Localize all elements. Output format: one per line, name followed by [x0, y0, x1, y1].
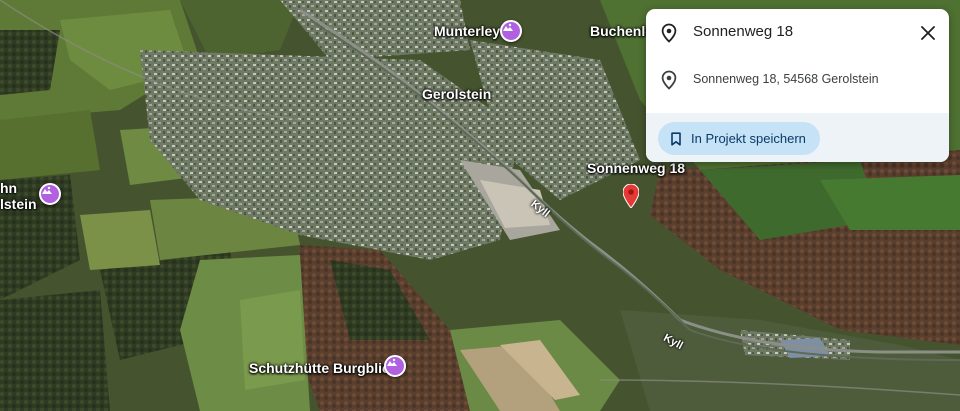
viewpoint-icon — [503, 23, 513, 31]
poi-pin-left-edge[interactable] — [39, 183, 61, 205]
place-label-munterley[interactable]: Munterley — [434, 23, 500, 39]
viewpoint-icon — [42, 186, 52, 194]
save-to-project-label: In Projekt speichern — [691, 131, 806, 146]
place-label-sonnenweg[interactable]: Sonnenweg 18 — [587, 160, 685, 176]
place-label-gerolstein[interactable]: Gerolstein — [422, 86, 491, 102]
place-label-left-edge-top[interactable]: hn — [0, 180, 17, 196]
close-icon — [921, 26, 935, 40]
place-info-card: Sonnenweg 18 Sonnenweg 18, 54568 Gerolst… — [646, 9, 949, 162]
place-title: Sonnenweg 18 — [693, 23, 794, 40]
viewpoint-icon — [387, 358, 397, 366]
poi-pin-schutzhuette[interactable] — [384, 355, 406, 377]
poi-pin-munterley[interactable] — [500, 20, 522, 42]
location-pin-icon — [661, 23, 677, 43]
place-label-schutzhuette[interactable]: Schutzhütte Burgblick — [249, 360, 398, 376]
location-marker-icon[interactable] — [623, 184, 639, 208]
address-pin-icon — [661, 70, 677, 90]
bookmark-icon — [671, 131, 681, 146]
place-address: Sonnenweg 18, 54568 Gerolstein — [693, 72, 879, 86]
place-label-left-edge-bottom[interactable]: lstein — [0, 196, 37, 212]
close-button[interactable] — [917, 22, 939, 44]
save-to-project-button[interactable]: In Projekt speichern — [658, 122, 820, 155]
